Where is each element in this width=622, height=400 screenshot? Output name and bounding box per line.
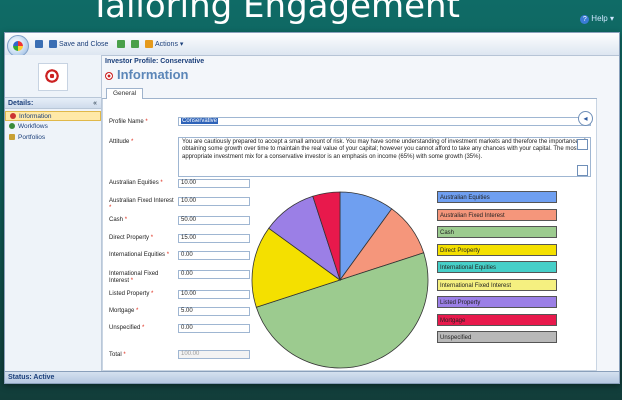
profile-name-label: Profile Name * bbox=[109, 119, 148, 125]
sidebar-item-workflows[interactable]: Workflows bbox=[5, 122, 101, 132]
breadcrumb: Investor Profile: Conservative bbox=[105, 58, 205, 65]
profile-name-field[interactable]: Conservative bbox=[178, 117, 591, 126]
international-fixed-interest-field[interactable]: 0.00 bbox=[178, 270, 250, 279]
mortgage-field[interactable]: 5.00 bbox=[178, 307, 250, 316]
sidebar-item-label: Portfolios bbox=[18, 134, 46, 141]
unspecified-label: Unspecified * bbox=[109, 325, 145, 331]
attitude-scroll-top[interactable] bbox=[577, 139, 588, 150]
details-header[interactable]: Details: « bbox=[5, 97, 101, 109]
details-label: Details: bbox=[8, 100, 34, 107]
legend-item-cash: Cash bbox=[437, 226, 557, 238]
actions-menu[interactable]: Actions ▾ bbox=[145, 39, 183, 50]
help-label: Help bbox=[591, 14, 608, 23]
collapse-icon: « bbox=[93, 100, 97, 107]
australian-fixed-interest-label: Australian Fixed Interest * bbox=[109, 198, 174, 211]
page-title-text: Information bbox=[117, 67, 189, 82]
listed-property-field[interactable]: 10.00 bbox=[178, 290, 250, 299]
international-fixed-interest-label: International Fixed Interest * bbox=[109, 271, 159, 284]
attitude-label: Attitude * bbox=[109, 139, 134, 145]
legend-item-australian-fixed-interest: Australian Fixed Interest bbox=[437, 208, 557, 221]
sidebar-item-portfolios[interactable]: Portfolios bbox=[5, 133, 101, 143]
tab-bar: General bbox=[102, 88, 597, 99]
legend-item-direct-property: Direct Property bbox=[437, 243, 557, 256]
sidebar-item-information[interactable]: Information bbox=[5, 111, 101, 121]
legend-item-international-equities: International Equities bbox=[437, 261, 557, 273]
australian-equities-field[interactable]: 10.00 bbox=[178, 179, 250, 188]
general-form: Profile Name * Conservative Attitude * Y… bbox=[102, 99, 597, 371]
app-logo-icon[interactable] bbox=[7, 35, 29, 57]
toolbar: Save and Close Actions ▾ bbox=[5, 33, 619, 57]
direct-property-field[interactable]: 15.00 bbox=[178, 234, 250, 243]
listed-property-label: Listed Property * bbox=[109, 291, 154, 297]
attach-button[interactable] bbox=[131, 39, 141, 50]
tab-general[interactable]: General bbox=[106, 88, 144, 99]
save-close-icon bbox=[49, 40, 57, 49]
unspecified-field[interactable]: 0.00 bbox=[178, 324, 250, 333]
actions-label: Actions bbox=[155, 41, 178, 48]
attitude-scroll-bottom[interactable] bbox=[577, 165, 588, 176]
legend-item-listed-property: Listed Property bbox=[437, 296, 557, 308]
new-button[interactable] bbox=[117, 39, 127, 50]
attach-icon bbox=[131, 40, 139, 49]
help-link[interactable]: ? Help ▾ bbox=[580, 14, 614, 24]
allocation-pie-chart bbox=[251, 191, 429, 369]
page-title: Information bbox=[105, 67, 189, 82]
save-and-close-button[interactable]: Save and Close bbox=[49, 39, 108, 50]
international-equities-field[interactable]: 0.00 bbox=[178, 251, 250, 260]
total-field: 100.00 bbox=[178, 350, 250, 359]
profile-name-value: Conservative bbox=[181, 118, 219, 124]
save-button[interactable] bbox=[35, 39, 45, 50]
legend-item-australian-equities: Australian Equities bbox=[437, 191, 557, 203]
workflows-icon bbox=[9, 123, 15, 130]
background-title: Tailoring Engagement bbox=[90, 0, 460, 26]
australian-fixed-interest-field[interactable]: 10.00 bbox=[178, 197, 250, 206]
information-title-icon bbox=[105, 71, 113, 80]
entity-target-icon bbox=[38, 63, 68, 91]
crm-window: Save and Close Actions ▾ Details: « Infor… bbox=[4, 32, 620, 384]
portfolios-icon bbox=[9, 134, 15, 141]
status-bar: Status: Active bbox=[5, 371, 619, 383]
chart-legend: Australian Equities Australian Fixed Inte… bbox=[437, 191, 557, 349]
information-icon bbox=[10, 113, 16, 120]
cash-label: Cash * bbox=[109, 217, 128, 223]
save-icon bbox=[35, 40, 43, 49]
sidebar-item-label: Information bbox=[19, 113, 52, 120]
left-panel: Details: « Information Workflows Portfoli… bbox=[5, 55, 102, 371]
help-icon: ? bbox=[580, 15, 590, 24]
international-equities-label: International Equities * bbox=[109, 252, 170, 258]
attitude-field[interactable]: You are cautiously prepared to accept a … bbox=[178, 137, 591, 177]
actions-icon bbox=[145, 40, 153, 49]
save-close-label: Save and Close bbox=[59, 41, 109, 48]
legend-item-unspecified: Unspecified bbox=[437, 331, 557, 343]
new-record-icon bbox=[117, 40, 125, 49]
sidebar-item-label: Workflows bbox=[18, 123, 48, 130]
mortgage-label: Mortgage * bbox=[109, 308, 139, 314]
legend-item-international-fixed-interest: International Fixed Interest bbox=[437, 278, 557, 291]
expand-panel-icon[interactable]: ◂ bbox=[578, 111, 593, 126]
legend-item-mortgage: Mortgage bbox=[437, 313, 557, 326]
main-content: Investor Profile: Conservative Informati… bbox=[102, 55, 597, 371]
cash-field[interactable]: 50.00 bbox=[178, 216, 250, 225]
direct-property-label: Direct Property * bbox=[109, 235, 154, 241]
australian-equities-label: Australian Equities * bbox=[109, 180, 163, 186]
total-label: Total * bbox=[109, 352, 126, 358]
